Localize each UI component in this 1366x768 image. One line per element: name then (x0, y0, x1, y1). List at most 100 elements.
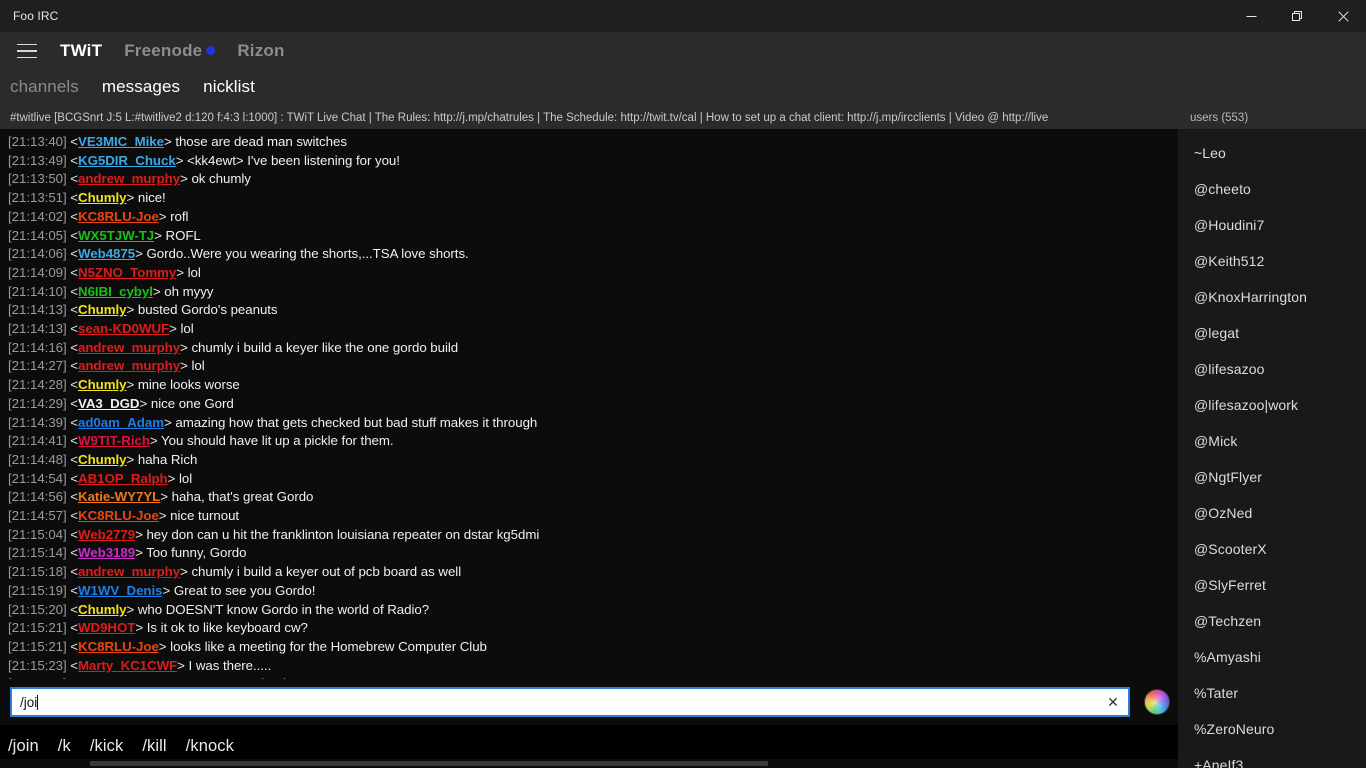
nicklist-item[interactable]: @Keith512 (1178, 243, 1366, 279)
message-nick[interactable]: Chumly (78, 452, 126, 467)
message-nick[interactable]: N6IBI_cybyl (78, 284, 153, 299)
autocomplete-suggestion[interactable]: /join (8, 737, 39, 756)
message-nick[interactable]: Web2779 (78, 527, 135, 542)
nicklist-item[interactable]: @legat (1178, 315, 1366, 351)
message-nick[interactable]: andrew_murphy (78, 171, 180, 186)
message-nick[interactable]: WX5TJW-TJ (78, 228, 154, 243)
nicklist-item[interactable]: ~Leo (1178, 135, 1366, 171)
autocomplete-suggestion[interactable]: /kick (90, 737, 124, 756)
message-nick[interactable]: VA3_DGD (78, 396, 139, 411)
tab-messages[interactable]: messages (102, 77, 180, 97)
hamburger-menu-icon[interactable] (10, 36, 44, 66)
message-nick[interactable]: AB1OP_Ralph (78, 471, 168, 486)
nick-bracket-open: < (70, 190, 78, 205)
autocomplete-suggestion[interactable]: /kill (142, 737, 166, 756)
header: TWiT Freenode Rizon channels messages ni… (0, 32, 1366, 107)
message-nick[interactable]: N5ZNO_Tommy (78, 265, 176, 280)
message-input[interactable]: /joi (12, 695, 1098, 710)
topic-bar: #twitlive [BCGSnrt J:5 L:#twitlive2 d:12… (0, 107, 1366, 129)
restore-button[interactable] (1274, 0, 1320, 32)
message-text: chumly i build a keyer like the one gord… (191, 340, 458, 355)
message-nick[interactable]: Marty_KC1CWF (78, 658, 177, 673)
message-nick[interactable]: andrew_murphy (78, 358, 180, 373)
tab-nicklist[interactable]: nicklist (203, 77, 255, 97)
message-timestamp: [21:14:57] (8, 508, 70, 523)
scrollbar-thumb[interactable] (90, 761, 768, 766)
chat-pane: [21:13:40] <VE3MIC_Mike> those are dead … (0, 129, 1178, 768)
nicklist-item[interactable]: +AneIf3 (1178, 747, 1366, 768)
network-tab-rizon[interactable]: Rizon (237, 41, 284, 61)
nick-bracket-open: < (70, 284, 78, 299)
nicklist-item[interactable]: @Mick (1178, 423, 1366, 459)
message-nick[interactable]: Chumly (78, 190, 126, 205)
autocomplete-suggestion[interactable]: /k (58, 737, 71, 756)
message-nick[interactable]: KG5DIR_Chuck (78, 153, 176, 168)
tab-channels[interactable]: channels (10, 77, 79, 97)
autocomplete-suggestion[interactable]: /knock (186, 737, 234, 756)
message-text: lol (188, 265, 201, 280)
nicklist-item[interactable]: %ZeroNeuro (1178, 711, 1366, 747)
message-nick[interactable]: VE3MIC_Mike (78, 134, 164, 149)
network-tab-freenode[interactable]: Freenode (124, 41, 215, 61)
message-timestamp: [21:15:18] (8, 564, 70, 579)
message-nick[interactable]: andrew_murphy (78, 340, 180, 355)
nick-bracket-close: > (180, 340, 191, 355)
message-nick[interactable]: Katie-WY7YL (78, 489, 160, 504)
nicklist-item[interactable]: %Tater (1178, 675, 1366, 711)
nicklist-item[interactable]: %Amyashi (1178, 639, 1366, 675)
message-nick[interactable]: Web3189 (78, 545, 135, 560)
message-nick[interactable]: Web4875 (78, 246, 135, 261)
nicklist-item[interactable]: @lifesazoo (1178, 351, 1366, 387)
nick-bracket-close: > (135, 527, 146, 542)
message-timestamp: [21:14:13] (8, 302, 70, 317)
chat-message: [21:14:57] <KC8RLU-Joe> nice turnout (0, 507, 1178, 526)
message-nick[interactable]: WD9HOT (78, 620, 135, 635)
nicklist-item[interactable]: @Techzen (1178, 603, 1366, 639)
close-button[interactable] (1320, 0, 1366, 32)
nick-bracket-open: < (70, 527, 78, 542)
nicklist-item[interactable]: @KnoxHarrington (1178, 279, 1366, 315)
message-nick[interactable]: W1WV_Denis (78, 583, 162, 598)
nicklist-item[interactable]: @ScooterX (1178, 531, 1366, 567)
message-text: nice turnout (170, 508, 239, 523)
nicklist-panel[interactable]: ~Leo@cheeto@Houdini7@Keith512@KnoxHarrin… (1178, 129, 1366, 768)
nick-bracket-open: < (70, 602, 78, 617)
message-nick[interactable]: Chumly (78, 302, 126, 317)
message-timestamp: [21:15:19] (8, 583, 70, 598)
message-input-wrapper[interactable]: /joi ✕ (10, 687, 1130, 717)
message-nick[interactable]: Chumly (78, 602, 126, 617)
nicklist-item[interactable]: @NgtFlyer (1178, 459, 1366, 495)
message-nick[interactable]: sean-KD0WUF (78, 321, 169, 336)
chat-message: [21:14:28] <Chumly> mine looks worse (0, 376, 1178, 395)
horizontal-scrollbar[interactable] (0, 759, 1178, 768)
nicklist-item[interactable]: @cheeto (1178, 171, 1366, 207)
nicklist-item[interactable]: @OzNed (1178, 495, 1366, 531)
nick-bracket-close: > (126, 302, 137, 317)
message-nick[interactable]: Marty_KC1CWF (78, 676, 177, 679)
network-tab-twit[interactable]: TWiT (60, 41, 102, 61)
chat-message: [21:14:39] <ad0am_Adam> amazing how that… (0, 414, 1178, 433)
message-timestamp: [21:14:13] (8, 321, 70, 336)
nicklist-header: users (553) (1175, 112, 1366, 124)
nicklist-item[interactable]: @Houdini7 (1178, 207, 1366, 243)
nick-bracket-close: > (150, 433, 161, 448)
message-nick[interactable]: KC8RLU-Joe (78, 508, 159, 523)
color-wheel-icon[interactable] (1144, 689, 1170, 715)
message-list[interactable]: [21:13:40] <VE3MIC_Mike> those are dead … (0, 129, 1178, 679)
minimize-button[interactable] (1228, 0, 1274, 32)
nick-bracket-close: > (153, 284, 164, 299)
message-nick[interactable]: ad0am_Adam (78, 415, 164, 430)
message-text: amazing how that gets checked but bad st… (175, 415, 537, 430)
chat-message: [21:14:13] <sean-KD0WUF> lol (0, 320, 1178, 339)
message-nick[interactable]: Chumly (78, 377, 126, 392)
clear-input-icon[interactable]: ✕ (1098, 689, 1128, 715)
nicklist-item[interactable]: @lifesazoo|work (1178, 387, 1366, 423)
nick-bracket-close: > (159, 508, 170, 523)
message-nick[interactable]: W9TIT-Rich (78, 433, 150, 448)
nick-bracket-close: > (160, 489, 171, 504)
nicklist-item[interactable]: @SlyFerret (1178, 567, 1366, 603)
message-text: haha Rich (138, 452, 197, 467)
message-nick[interactable]: KC8RLU-Joe (78, 639, 159, 654)
message-nick[interactable]: KC8RLU-Joe (78, 209, 159, 224)
message-nick[interactable]: andrew_murphy (78, 564, 180, 579)
